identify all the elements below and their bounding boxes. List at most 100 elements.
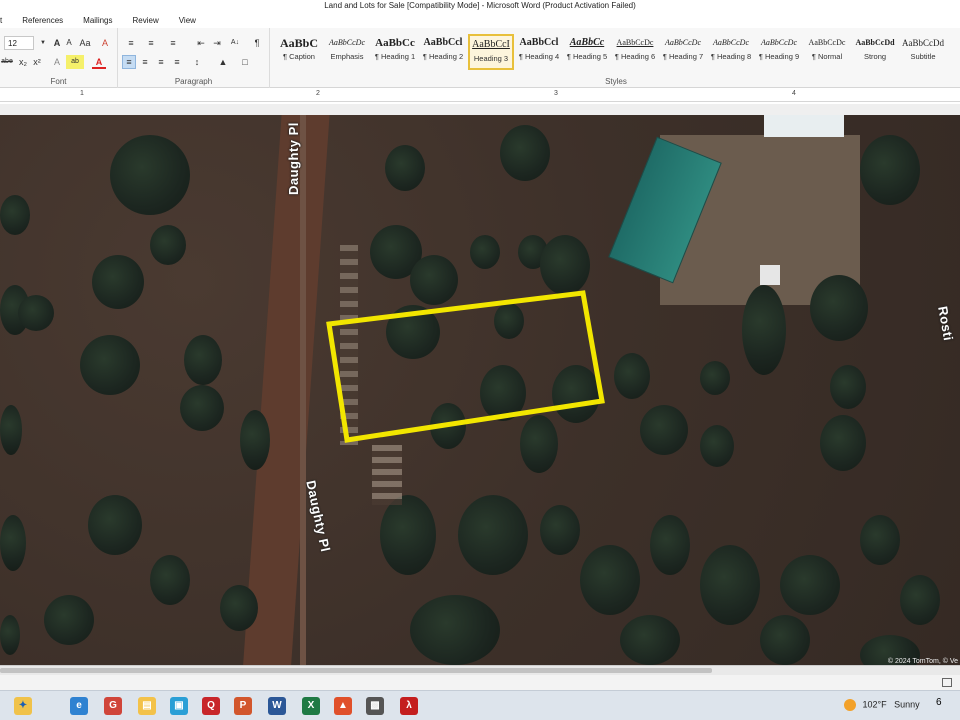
ruler-margin-strip bbox=[0, 104, 960, 115]
style-heading-2[interactable]: AaBbCcl ¶ Heading 2 bbox=[420, 34, 466, 70]
tab-mailings[interactable]: Mailings bbox=[73, 14, 122, 28]
ribbon-tabs: t References Mailings Review View bbox=[0, 14, 206, 28]
highlight-button[interactable]: ab bbox=[66, 55, 84, 69]
style-sample: AaBbCcDc bbox=[329, 38, 365, 47]
style-heading-9[interactable]: AaBbCcDc ¶ Heading 9 bbox=[756, 34, 802, 70]
styles-group-label: Styles bbox=[605, 77, 627, 86]
change-case-button[interactable]: Aa bbox=[76, 36, 94, 50]
paragraph-group: ≡ ≡ ≡ ⇤ ⇥ A↓ ¶ ≡ ≡ ≡ ≡ ↕ ▲ □ Paragraph bbox=[118, 28, 270, 88]
weather-widget[interactable]: 102°F Sunny bbox=[844, 699, 920, 711]
style-sample: AaBbCcDd bbox=[855, 38, 895, 47]
sort-button[interactable]: A↓ bbox=[228, 36, 242, 50]
style-normal[interactable]: AaBbCcDc ¶ Normal bbox=[804, 34, 850, 70]
bullets-icon[interactable]: ≡ bbox=[124, 36, 138, 50]
font-size-select[interactable]: 12 bbox=[4, 36, 34, 50]
line-spacing-icon[interactable]: ↕ bbox=[190, 55, 204, 69]
superscript-button[interactable]: x² bbox=[30, 55, 44, 69]
style-subtitle[interactable]: AaBbCcDd Subtitle bbox=[900, 34, 946, 70]
numbering-icon[interactable]: ≡ bbox=[144, 36, 158, 50]
chrome-icon[interactable]: G bbox=[104, 697, 122, 715]
font-group-label: Font bbox=[50, 77, 67, 86]
print-layout-view-icon[interactable] bbox=[942, 678, 952, 687]
style-name: ¶ Heading 8 bbox=[710, 52, 752, 61]
show-formatting-button[interactable]: ¶ bbox=[250, 36, 264, 50]
title-bar: Land and Lots for Sale [Compatibility Mo… bbox=[0, 0, 960, 28]
borders-icon[interactable]: □ bbox=[238, 55, 252, 69]
style-sample: AaBbCcl bbox=[519, 37, 559, 48]
map-attribution: © 2024 TomTom, © Ve bbox=[887, 658, 958, 665]
status-bar bbox=[0, 675, 960, 690]
increase-indent-icon[interactable]: ⇥ bbox=[210, 36, 224, 50]
ruler-number: 4 bbox=[792, 90, 796, 97]
acrobat-icon[interactable]: λ bbox=[400, 697, 418, 715]
horizontal-scrollbar[interactable] bbox=[0, 665, 960, 675]
style-sample: AaBbCcDc bbox=[808, 38, 846, 47]
align-center-icon[interactable]: ≡ bbox=[138, 55, 152, 69]
style-name: ¶ Heading 1 bbox=[374, 52, 416, 61]
ruler-number: 1 bbox=[80, 90, 84, 97]
strikethrough-button[interactable]: abe bbox=[0, 55, 14, 69]
tab-references[interactable]: References bbox=[12, 14, 73, 28]
justify-icon[interactable]: ≡ bbox=[170, 55, 184, 69]
horizontal-ruler[interactable]: 1 2 3 4 bbox=[0, 88, 960, 102]
vehicle-app-icon[interactable]: ▩ bbox=[366, 697, 384, 715]
align-left-icon[interactable]: ≡ bbox=[122, 55, 136, 69]
style-sample: AaBbCc bbox=[569, 37, 605, 48]
style-heading-6[interactable]: AaBbCcDc ¶ Heading 6 bbox=[612, 34, 658, 70]
system-tray[interactable]: 6 bbox=[936, 697, 942, 708]
align-right-icon[interactable]: ≡ bbox=[154, 55, 168, 69]
tab-review[interactable]: Review bbox=[123, 14, 169, 28]
style-strong[interactable]: AaBbCcDd Strong bbox=[852, 34, 898, 70]
style-heading-5[interactable]: AaBbCc ¶ Heading 5 bbox=[564, 34, 610, 70]
style-sample: AaBbC bbox=[279, 36, 318, 50]
ruler-number: 2 bbox=[316, 90, 320, 97]
style-heading-8[interactable]: AaBbCcDc ¶ Heading 8 bbox=[708, 34, 754, 70]
tab-view[interactable]: View bbox=[169, 14, 206, 28]
excel-icon[interactable]: X bbox=[302, 697, 320, 715]
style-sample: AaBbCc bbox=[375, 37, 415, 49]
style-name: ¶ Heading 4 bbox=[518, 52, 560, 61]
style-caption[interactable]: AaBbC ¶ Caption bbox=[276, 34, 322, 70]
sun-icon bbox=[844, 699, 856, 711]
app-icon[interactable]: Q bbox=[202, 697, 220, 715]
style-heading-7[interactable]: AaBbCcDc ¶ Heading 7 bbox=[660, 34, 706, 70]
shrink-font-button[interactable]: A bbox=[62, 36, 76, 50]
style-name: ¶ Heading 6 bbox=[614, 52, 656, 61]
style-name: ¶ Heading 5 bbox=[566, 52, 608, 61]
brave-icon[interactable]: ▲ bbox=[334, 697, 352, 715]
scrollbar-thumb[interactable] bbox=[0, 668, 712, 673]
shading-icon[interactable]: ▲ bbox=[216, 55, 230, 69]
style-emphasis[interactable]: AaBbCcDc Emphasis bbox=[324, 34, 370, 70]
style-heading-4[interactable]: AaBbCcl ¶ Heading 4 bbox=[516, 34, 562, 70]
style-sample: AaBbCcDc bbox=[761, 38, 797, 47]
tab-insert[interactable]: t bbox=[0, 14, 12, 28]
file-explorer-icon[interactable]: ▤ bbox=[138, 697, 156, 715]
style-name: ¶ Heading 2 bbox=[422, 52, 464, 61]
word-icon[interactable]: W bbox=[268, 697, 286, 715]
style-name: ¶ Heading 9 bbox=[758, 52, 800, 61]
font-group: 12 ▼ A A Aa A abe x₂ x² A ab A Font bbox=[0, 28, 118, 88]
style-sample: AaBbCcDd bbox=[902, 38, 944, 48]
style-name: Subtitle bbox=[910, 52, 936, 61]
text-effects-button[interactable]: A bbox=[50, 55, 64, 69]
photos-icon[interactable]: ▣ bbox=[170, 697, 188, 715]
style-name: Heading 3 bbox=[473, 54, 509, 63]
satellite-map-image[interactable]: Daughty Pl Daughty Pl Rosti © 2024 TomTo… bbox=[0, 115, 960, 665]
clear-formatting-button[interactable]: A bbox=[98, 36, 112, 50]
style-sample: AaBbCcDc bbox=[616, 38, 654, 47]
window-title: Land and Lots for Sale [Compatibility Mo… bbox=[324, 1, 636, 10]
decrease-indent-icon[interactable]: ⇤ bbox=[194, 36, 208, 50]
style-heading-1[interactable]: AaBbCc ¶ Heading 1 bbox=[372, 34, 418, 70]
edge-icon[interactable]: e bbox=[70, 697, 88, 715]
font-color-button[interactable]: A bbox=[92, 55, 106, 69]
style-heading-3[interactable]: AaBbCcI Heading 3 bbox=[468, 34, 514, 70]
subscript-button[interactable]: x₂ bbox=[16, 55, 30, 69]
style-name: Strong bbox=[863, 52, 887, 61]
style-name: ¶ Normal bbox=[811, 52, 843, 61]
copilot-icon[interactable]: ✦ bbox=[14, 697, 32, 715]
powerpoint-icon[interactable]: P bbox=[234, 697, 252, 715]
multilevel-list-icon[interactable]: ≡ bbox=[166, 36, 180, 50]
style-sample: AaBbCcDc bbox=[665, 38, 701, 47]
chevron-down-icon[interactable]: ▼ bbox=[36, 36, 50, 50]
style-name: ¶ Heading 7 bbox=[662, 52, 704, 61]
